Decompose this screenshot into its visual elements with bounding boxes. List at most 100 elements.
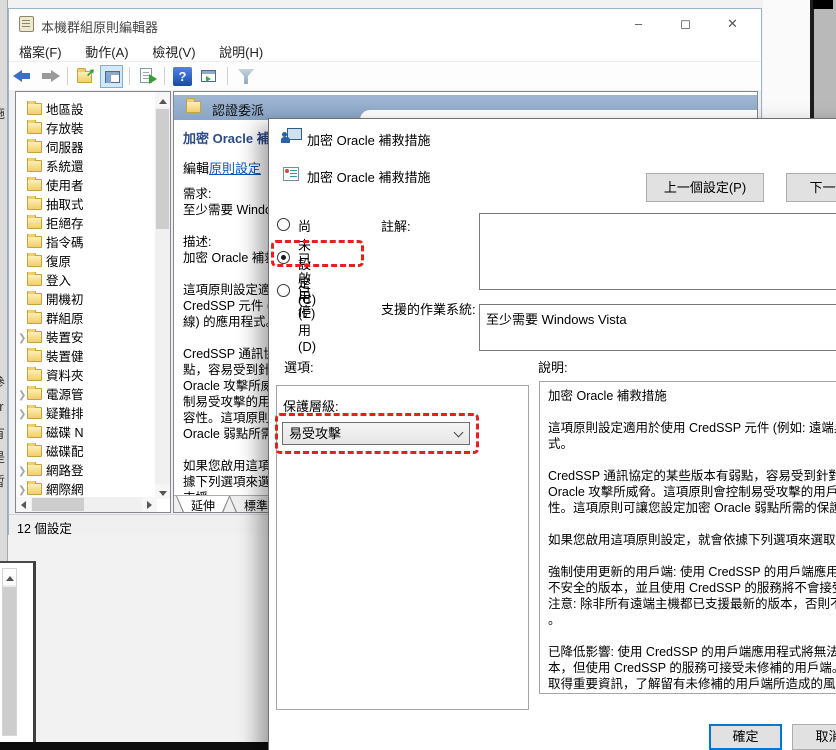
tree-item[interactable]: 使用者 bbox=[16, 177, 156, 196]
tree-item-label: 登入 bbox=[46, 274, 72, 288]
tree-item[interactable]: 存放裝 bbox=[16, 120, 156, 139]
up-folder-icon[interactable]: ➚ bbox=[74, 65, 97, 88]
background-text-fragment: or bbox=[0, 399, 7, 414]
scroll-down-button[interactable] bbox=[155, 484, 170, 499]
ok-button[interactable]: 確定 bbox=[709, 724, 782, 750]
back-arrow-icon[interactable] bbox=[12, 65, 35, 88]
expand-chevron-icon[interactable]: ❯ bbox=[16, 386, 27, 405]
menu-action[interactable]: 動作(A) bbox=[75, 39, 138, 61]
menu-help[interactable]: 說明(H) bbox=[209, 39, 273, 61]
folder-icon bbox=[27, 310, 42, 324]
title-bar[interactable]: 本機群組原則編輯器 – ◻ ✕ bbox=[9, 9, 761, 39]
folder-icon bbox=[27, 481, 42, 495]
toolbar-separator bbox=[164, 67, 165, 85]
tree-item[interactable]: ❯ 疑難排 bbox=[16, 405, 156, 424]
minimize-button[interactable]: – bbox=[616, 9, 661, 39]
next-setting-button[interactable]: 下一個設定(N) bbox=[786, 173, 836, 202]
options-label: 選項: bbox=[284, 360, 314, 375]
tree-item[interactable]: 抽取式 bbox=[16, 196, 156, 215]
menu-view[interactable]: 檢視(V) bbox=[142, 39, 205, 61]
scrollbar-thumb[interactable] bbox=[32, 498, 84, 511]
background-text-fragment: 是 bbox=[0, 447, 7, 466]
previous-setting-button[interactable]: 上一個設定(P) bbox=[646, 173, 764, 202]
radio-icon[interactable] bbox=[277, 218, 290, 231]
policy-setting-link[interactable]: 原則設定 bbox=[209, 161, 261, 176]
scrollbar-thumb[interactable] bbox=[156, 109, 169, 229]
show-console-tree-icon[interactable] bbox=[100, 65, 123, 88]
folder-icon bbox=[27, 462, 42, 476]
tree-item-label: 裝置健 bbox=[46, 350, 84, 364]
chevron-down-icon bbox=[158, 491, 167, 496]
tree-item[interactable]: 資料夾 bbox=[16, 367, 156, 386]
tree-item[interactable]: 登入 bbox=[16, 272, 156, 291]
tree-item[interactable]: 磁碟 N bbox=[16, 424, 156, 443]
show-action-pane-icon[interactable] bbox=[197, 65, 220, 88]
tree-item-label: 抽取式 bbox=[46, 198, 84, 212]
scroll-right-button[interactable] bbox=[142, 497, 157, 512]
cancel-button[interactable]: 取消 bbox=[792, 724, 836, 750]
tree-item[interactable]: 群組原 bbox=[16, 310, 156, 329]
tree-item-label: 伺服器 bbox=[46, 141, 84, 155]
menu-file[interactable]: 檔案(F) bbox=[9, 39, 72, 61]
tree-item[interactable]: 系統還 bbox=[16, 158, 156, 177]
radio-label: 已停用(D) bbox=[298, 285, 317, 354]
folder-icon bbox=[27, 367, 42, 381]
tree-item-label: 群組原 bbox=[46, 312, 84, 326]
app-icon bbox=[19, 16, 34, 32]
export-list-icon[interactable] bbox=[136, 65, 159, 88]
tree-horizontal-scrollbar[interactable] bbox=[16, 497, 157, 512]
tree-item[interactable]: 拒絕存 bbox=[16, 215, 156, 234]
policy-setting-icon bbox=[283, 167, 299, 181]
tree-item[interactable]: 地區設 bbox=[16, 101, 156, 120]
help-text: 加密 Oracle 補救措施 這項原則設定適用於使用 CredSSP 元件 (例… bbox=[548, 389, 836, 691]
comment-textarea[interactable] bbox=[479, 213, 836, 290]
forward-arrow-icon[interactable] bbox=[39, 65, 62, 88]
annotation-dropdown-highlight bbox=[275, 413, 479, 454]
radio-icon[interactable] bbox=[277, 284, 290, 297]
tree-vertical-scrollbar[interactable] bbox=[155, 92, 170, 499]
tree-item[interactable]: ❯ 裝置安 bbox=[16, 329, 156, 348]
scroll-up-button[interactable] bbox=[155, 92, 170, 107]
chevron-right-icon bbox=[147, 501, 152, 509]
filter-icon[interactable] bbox=[234, 65, 257, 88]
tab-extended[interactable]: 延伸 bbox=[176, 496, 230, 512]
expand-chevron-icon[interactable]: ❯ bbox=[16, 329, 27, 348]
tree-item-label: 電源管 bbox=[46, 388, 84, 402]
toolbar-separator bbox=[129, 67, 130, 85]
scroll-up-button[interactable] bbox=[3, 569, 16, 585]
tree-item[interactable]: 開機初 bbox=[16, 291, 156, 310]
close-button[interactable]: ✕ bbox=[710, 9, 755, 39]
status-text: 12 個設定 bbox=[17, 522, 72, 536]
help-label: 說明: bbox=[538, 360, 568, 375]
comment-label: 註解: bbox=[381, 219, 411, 234]
folder-icon bbox=[27, 329, 42, 343]
tree-item-label: 磁碟配 bbox=[46, 445, 84, 459]
tree-item-label: 裝置安 bbox=[46, 331, 84, 345]
tree-item[interactable]: 指令碼 bbox=[16, 234, 156, 253]
tree-item-label: 網際網 bbox=[46, 483, 84, 497]
tree-item-label: 拒絕存 bbox=[46, 217, 84, 231]
tree-item[interactable]: 伺服器 bbox=[16, 139, 156, 158]
dialog-icon bbox=[281, 128, 302, 145]
help-icon[interactable]: ? bbox=[171, 65, 194, 88]
fragment-scrollbar[interactable] bbox=[2, 568, 17, 736]
help-text-box[interactable]: 加密 Oracle 補救措施 這項原則設定適用於使用 CredSSP 元件 (例… bbox=[539, 381, 836, 694]
background-window-fragment bbox=[0, 561, 36, 744]
tree-item[interactable]: 復原 bbox=[16, 253, 156, 272]
expand-chevron-icon[interactable]: ❯ bbox=[16, 462, 27, 481]
folder-icon bbox=[27, 196, 42, 210]
edit-prefix: 編輯 bbox=[183, 161, 210, 176]
scroll-left-button[interactable] bbox=[16, 497, 31, 512]
tree-item[interactable]: ❯ 電源管 bbox=[16, 386, 156, 405]
tree-item[interactable]: 裝置健 bbox=[16, 348, 156, 367]
tree-item[interactable]: 磁碟配 bbox=[16, 443, 156, 462]
tree-item[interactable]: ❯ 網路登 bbox=[16, 462, 156, 481]
maximize-button[interactable]: ◻ bbox=[663, 9, 708, 39]
chevron-up-icon bbox=[158, 99, 167, 104]
folder-icon bbox=[27, 424, 42, 438]
edit-policy-line: 編輯原則設定 bbox=[183, 158, 261, 177]
expand-chevron-icon[interactable]: ❯ bbox=[16, 405, 27, 424]
folder-icon bbox=[27, 405, 42, 419]
folder-icon bbox=[27, 101, 42, 115]
scrollbar-thumb[interactable] bbox=[3, 587, 16, 735]
